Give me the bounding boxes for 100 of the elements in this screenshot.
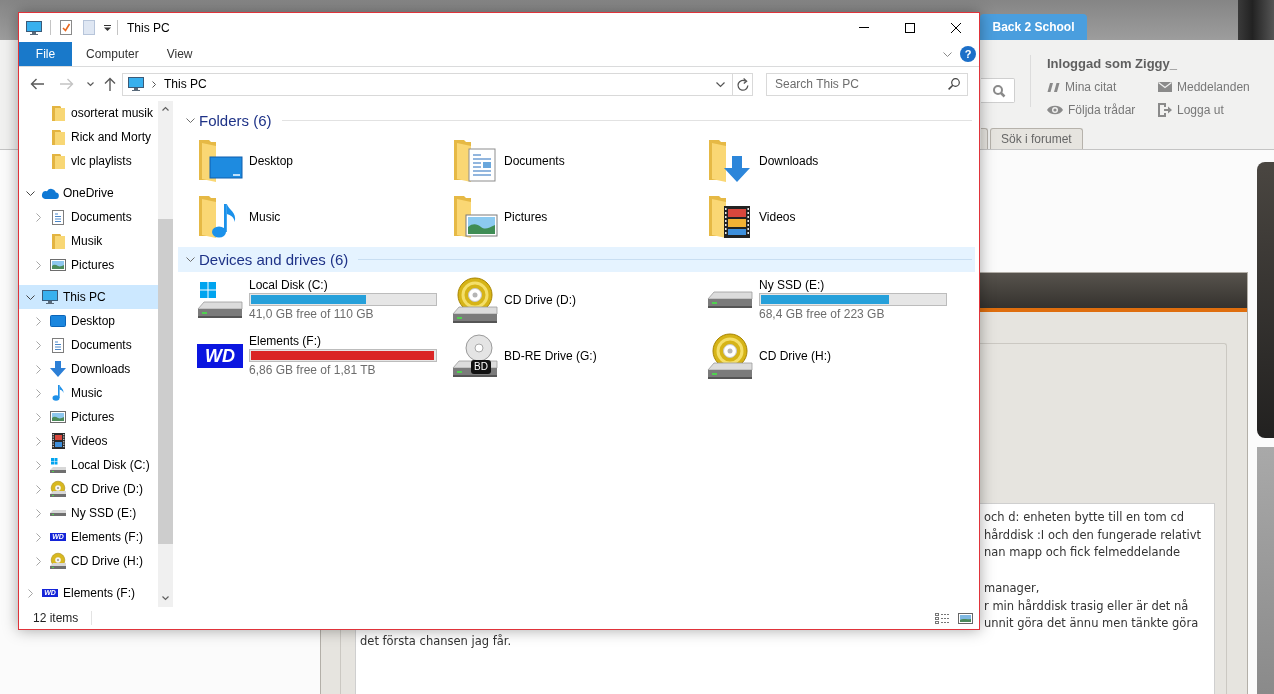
refresh-icon[interactable] bbox=[736, 77, 749, 91]
maximize-icon[interactable] bbox=[905, 22, 915, 33]
tree-item[interactable]: Documents bbox=[19, 333, 158, 357]
drive-item[interactable]: WD Elements (F:) 6,86 GB free of 1,81 TB bbox=[196, 332, 437, 380]
pictures-folder-icon bbox=[453, 196, 497, 238]
tree-item[interactable]: Ny SSD (E:) bbox=[19, 501, 158, 525]
back-arrow-icon[interactable] bbox=[30, 78, 44, 90]
folder-item[interactable]: Pictures bbox=[451, 193, 548, 241]
picture-icon bbox=[50, 411, 66, 423]
chevron-up-icon[interactable] bbox=[162, 107, 169, 111]
scroll-thumb[interactable] bbox=[158, 219, 173, 544]
drive-item[interactable]: CD Drive (D:) bbox=[451, 276, 576, 324]
search-field[interactable]: Search This PC bbox=[766, 72, 968, 96]
site-search-field[interactable] bbox=[981, 78, 1015, 103]
tree-item[interactable]: vlc playlists bbox=[19, 149, 158, 173]
post-text: det första chansen jag får. bbox=[360, 632, 512, 650]
drive-name: BD-RE Drive (G:) bbox=[504, 348, 597, 364]
folder-item[interactable]: Music bbox=[196, 193, 281, 241]
tree-item[interactable]: OneDrive bbox=[19, 181, 158, 205]
folder-icon bbox=[51, 129, 65, 145]
desktop-folder-icon bbox=[198, 140, 242, 182]
drive-item[interactable]: BD BD-RE Drive (G:) bbox=[451, 332, 597, 380]
free-space-text: 6,86 GB free of 1,81 TB bbox=[249, 363, 377, 378]
film-icon bbox=[51, 433, 65, 449]
free-space-text: 41,0 GB free of 110 GB bbox=[249, 307, 375, 322]
drive-item[interactable]: CD Drive (H:) bbox=[706, 332, 831, 380]
chevron-down-icon[interactable] bbox=[943, 51, 952, 57]
folder-item[interactable]: Videos bbox=[706, 193, 796, 241]
disc-drive-icon bbox=[708, 333, 752, 379]
disc-drive-icon bbox=[453, 277, 497, 323]
ribbon-tab[interactable]: View bbox=[152, 42, 207, 66]
tree-item[interactable]: Pictures bbox=[19, 405, 158, 429]
hard-drive-icon bbox=[50, 510, 66, 516]
drive-item[interactable]: Local Disk (C:) 41,0 GB free of 110 GB bbox=[196, 276, 437, 324]
address-bar[interactable]: This PC bbox=[122, 72, 753, 96]
folder-item[interactable]: Desktop bbox=[196, 137, 294, 185]
user-menu-link[interactable]: Mina citat bbox=[1047, 79, 1158, 95]
chevron-down-icon[interactable] bbox=[87, 82, 94, 86]
hard-drive-icon bbox=[198, 282, 242, 318]
hard-drive-icon bbox=[50, 457, 66, 473]
tree-item[interactable]: Downloads bbox=[19, 357, 158, 381]
tree-item[interactable]: Videos bbox=[19, 429, 158, 453]
post-text: unnit göra det ännu men tänkte göra bbox=[984, 615, 1199, 633]
breadcrumb-item[interactable]: This PC bbox=[164, 77, 207, 91]
forum-tab[interactable]: Sök i forumet bbox=[990, 128, 1083, 149]
logged-in-user: Inloggad som Ziggy_ bbox=[1047, 56, 1178, 72]
up-arrow-icon[interactable] bbox=[104, 77, 116, 91]
tree-item[interactable]: Pictures bbox=[19, 253, 158, 277]
monitor-icon[interactable] bbox=[26, 20, 42, 35]
drive-name: Local Disk (C:) bbox=[249, 278, 329, 293]
chevron-down-icon[interactable] bbox=[716, 81, 725, 87]
user-menu-link[interactable]: Meddelanden bbox=[1158, 79, 1250, 95]
check-page-icon[interactable] bbox=[60, 20, 72, 35]
section-header[interactable]: Devices and drives (6) bbox=[178, 247, 975, 272]
tree-item[interactable]: This PC bbox=[19, 285, 158, 309]
post-text: och d: enheten bytte till en tom cd bbox=[984, 509, 1185, 526]
window-title: This PC bbox=[127, 20, 170, 35]
drive-item[interactable]: Ny SSD (E:) 68,4 GB free of 223 GB bbox=[706, 276, 947, 324]
folder-item[interactable]: Documents bbox=[451, 137, 565, 185]
post-text: r min hårddisk trasig eller är det nå bbox=[984, 597, 1189, 615]
ribbon-tab[interactable]: Computer bbox=[72, 42, 153, 66]
photo-placeholder bbox=[1238, 0, 1274, 40]
hard-drive-icon bbox=[708, 292, 752, 308]
free-space-text: 68,4 GB free of 223 GB bbox=[759, 307, 886, 322]
folder-icon bbox=[51, 105, 65, 121]
chevron-down-icon[interactable] bbox=[186, 118, 195, 123]
folder-icon bbox=[51, 233, 65, 249]
tree-item[interactable]: Desktop bbox=[19, 309, 158, 333]
tree-item[interactable]: Documents bbox=[19, 205, 158, 229]
cloud-icon bbox=[41, 187, 59, 199]
tree-item[interactable]: Musik bbox=[19, 229, 158, 253]
eye-icon bbox=[1047, 105, 1063, 115]
close-icon[interactable] bbox=[951, 22, 961, 33]
help-button[interactable]: ? bbox=[960, 46, 976, 62]
tree-item[interactable]: CD Drive (D:) bbox=[19, 477, 158, 501]
picture-icon bbox=[50, 259, 66, 271]
chevron-down-icon[interactable] bbox=[186, 257, 195, 262]
download-arrow-icon bbox=[50, 361, 66, 377]
user-menu-link[interactable]: Logga ut bbox=[1158, 102, 1250, 118]
post-text: hårddisk :I och den fungerade relativt bbox=[984, 526, 1202, 544]
chevron-right-icon[interactable] bbox=[152, 80, 156, 88]
tree-item[interactable]: Music bbox=[19, 381, 158, 405]
disc-drive-icon bbox=[50, 481, 66, 497]
monitor-icon bbox=[128, 77, 144, 91]
documents-folder-icon bbox=[453, 140, 497, 182]
user-menu-link[interactable]: Följda trådar bbox=[1047, 102, 1158, 118]
envelope-icon bbox=[1158, 82, 1172, 92]
folder-item[interactable]: Downloads bbox=[706, 137, 819, 185]
search-icon[interactable] bbox=[948, 77, 960, 90]
tree-item[interactable]: Rick and Morty bbox=[19, 125, 158, 149]
large-icons-view-icon[interactable] bbox=[958, 612, 973, 624]
tree-item[interactable]: osorterat musik bbox=[19, 101, 158, 125]
chevron-down-icon[interactable] bbox=[162, 596, 169, 600]
drive-name: Elements (F:) bbox=[249, 334, 322, 349]
dropdown-caret-icon[interactable] bbox=[104, 24, 111, 31]
file-menu-tab[interactable]: File bbox=[19, 42, 72, 66]
tree-item[interactable]: CD Drive (H:) bbox=[19, 549, 158, 573]
section-header[interactable]: Folders (6) bbox=[178, 108, 975, 133]
tree-item[interactable]: Local Disk (C:) bbox=[19, 453, 158, 477]
details-view-icon[interactable] bbox=[935, 612, 950, 624]
